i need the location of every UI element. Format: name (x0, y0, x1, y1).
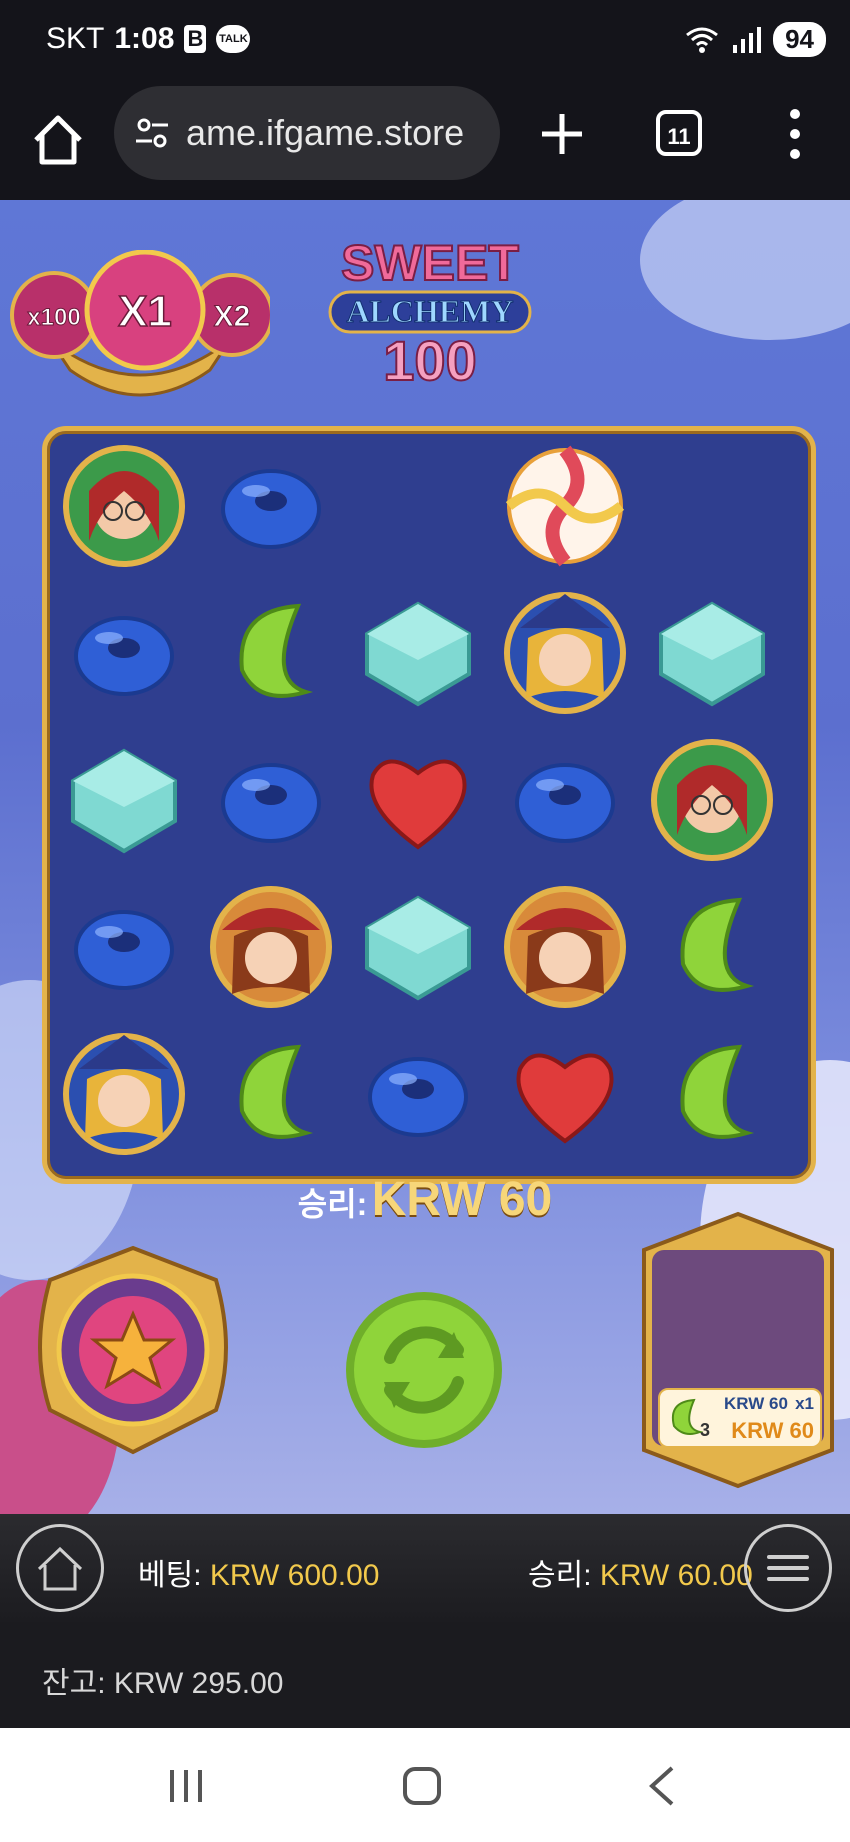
back-icon[interactable] (642, 1764, 682, 1808)
history-total: KRW 60 (731, 1418, 814, 1443)
balance-bar: 잔고: KRW 295.00 (0, 1622, 850, 1728)
balance-label: 잔고: (42, 1667, 106, 1700)
green-bean-symbol (239, 603, 314, 698)
browser-toolbar: ame.ifgame.store 11 (0, 80, 850, 200)
tab-switcher-button[interactable]: 11 (656, 110, 702, 156)
balance-value: KRW 295.00 (113, 1667, 284, 1700)
witch-red-glasses-symbol (651, 739, 773, 861)
teal-cube-symbol (659, 601, 765, 707)
bet-value: KRW 600.00 (209, 1559, 380, 1592)
buy-feature-button[interactable] (26, 1240, 240, 1460)
multiplier-left: x100 (27, 304, 80, 331)
game-logo: SWEET ALCHEMY 100 (328, 234, 532, 393)
green-bean-symbol (239, 1044, 314, 1139)
win-history-panel: 3 KRW 60 x1 KRW 60 (628, 1210, 848, 1490)
multiplier-orbs: x100 X1 X2 (10, 250, 270, 397)
history-amount: KRW 60 (724, 1394, 788, 1413)
red-heart-symbol (369, 759, 467, 850)
game-info-bar: 베팅: KRW 600.00 승리: KRW 60.00 (0, 1514, 850, 1622)
blue-donut-symbol (368, 1057, 468, 1137)
url-text[interactable]: ame.ifgame.store (186, 112, 464, 154)
signal-icon (733, 26, 762, 53)
green-bean-symbol (680, 897, 755, 992)
status-right: 94 (685, 22, 826, 57)
logo-line3: 100 (383, 329, 476, 392)
home-icon (37, 1546, 83, 1591)
b-notification-icon: B (184, 25, 207, 53)
home-nav-icon[interactable] (402, 1766, 442, 1806)
win-total-value: KRW 60.00 (599, 1559, 753, 1592)
teal-cube-symbol (365, 895, 471, 1001)
blue-donut-symbol (515, 763, 615, 843)
reel-grid[interactable] (42, 426, 816, 1184)
witch-red-glasses-symbol (63, 445, 185, 567)
witch-blonde-symbol (504, 592, 626, 714)
history-multiplier: x1 (795, 1394, 814, 1413)
blue-donut-symbol (74, 910, 174, 990)
red-heart-symbol (516, 1053, 614, 1144)
battery-level: 94 (773, 22, 826, 57)
kakaotalk-notification-icon: TALK (216, 25, 251, 53)
win-total-display: 승리: KRW 60.00 (528, 1550, 753, 1594)
hamburger-icon (767, 1555, 809, 1581)
blue-donut-symbol (74, 616, 174, 696)
clock: 1:08 (114, 22, 175, 55)
game-canvas[interactable]: x100 X1 X2 SWEET ALCHEMY 100 승리: KRW 60 (0, 200, 850, 1514)
witch-blonde-symbol (63, 1033, 185, 1155)
game-home-button[interactable] (16, 1524, 104, 1612)
multiplier-center: X1 (118, 287, 172, 336)
site-settings-icon[interactable] (132, 113, 172, 153)
background-cloud (640, 200, 850, 340)
swirl-candy-ball-symbol (505, 445, 625, 567)
history-entry: 3 KRW 60 x1 KRW 60 (658, 1388, 822, 1448)
home-icon[interactable] (28, 110, 88, 170)
bet-display[interactable]: 베팅: KRW 600.00 (138, 1550, 379, 1594)
carrier-label: SKT (46, 22, 105, 55)
blue-donut-symbol (221, 469, 321, 549)
balance-display: 잔고: KRW 295.00 (42, 1658, 283, 1702)
logo-line1: SWEET (341, 235, 519, 291)
more-menu-icon[interactable] (780, 104, 810, 164)
green-bean-symbol (680, 1044, 755, 1139)
game-menu-button[interactable] (744, 1524, 832, 1612)
status-bar: SKT 1:08 B TALK 94 (0, 0, 850, 80)
recent-apps-icon[interactable] (166, 1766, 206, 1806)
address-bar[interactable]: ame.ifgame.store (114, 86, 500, 180)
logo-line2: ALCHEMY (346, 293, 513, 329)
history-count: 3 (700, 1420, 711, 1440)
android-nav-bar (0, 1728, 850, 1842)
witch-redhead-symbol (210, 886, 332, 1008)
win-label: 승리: (297, 1186, 368, 1222)
bet-label: 베팅: (138, 1559, 202, 1592)
new-tab-icon[interactable] (534, 106, 590, 162)
status-left: SKT 1:08 B TALK (46, 22, 251, 56)
win-amount: KRW 60 (371, 1173, 553, 1226)
spin-button[interactable] (342, 1288, 506, 1452)
win-total-label: 승리: (528, 1559, 592, 1592)
blue-donut-symbol (221, 763, 321, 843)
multiplier-right: X2 (214, 300, 251, 333)
teal-cube-symbol (365, 601, 471, 707)
witch-redhead-symbol (504, 886, 626, 1008)
teal-cube-symbol (71, 748, 177, 854)
wifi-icon (686, 27, 719, 53)
